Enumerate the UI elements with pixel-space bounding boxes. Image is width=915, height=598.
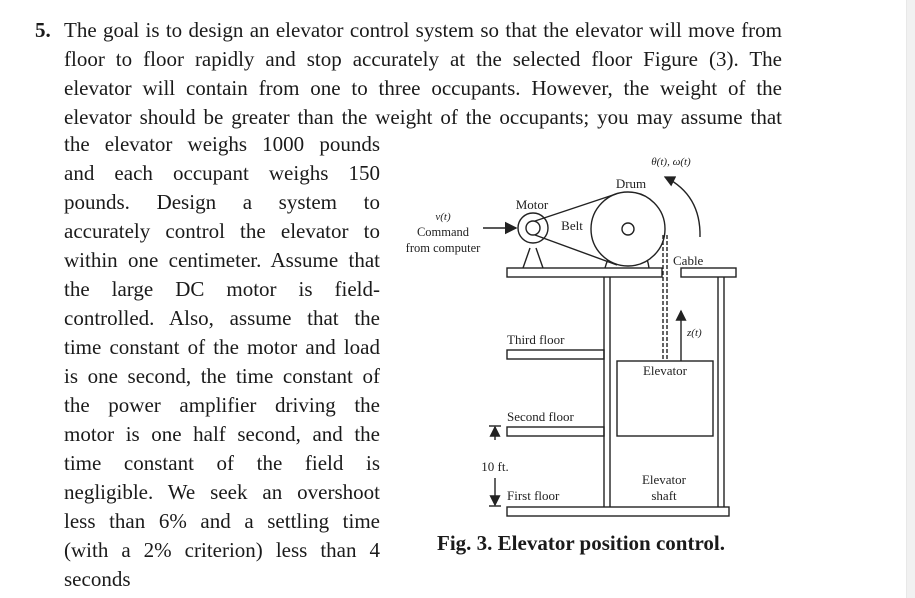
command-label: Command <box>417 225 470 239</box>
text-line: accurately control the elevator to <box>64 219 380 243</box>
text-line: time constant of the field is <box>64 451 380 475</box>
problem-text-column: the elevator weighs 1000 pounds and each… <box>64 130 380 594</box>
position-label: z(t) <box>686 327 702 339</box>
motor-label: Motor <box>516 197 549 212</box>
cable-label: Cable <box>673 253 704 268</box>
shaft-label-line1: Elevator <box>642 472 687 487</box>
text-line: elevator will contain from one to three … <box>64 76 782 100</box>
text-line: less than 6% and a settling time <box>64 509 380 533</box>
floor-spacing-label: 10 ft. <box>481 459 508 474</box>
drum-icon <box>590 191 666 267</box>
second-floor-slab <box>506 426 605 437</box>
text-line: the power amplifier driving the <box>64 393 380 417</box>
first-floor-slab <box>506 506 730 517</box>
text-line: the elevator weighs 1000 pounds <box>64 132 380 156</box>
text-line: controlled. Also, assume that the <box>64 306 380 330</box>
third-floor-label: Third floor <box>507 332 565 347</box>
elevator-diagram: θ(t), ω(t) Drum Motor Belt v(t) Command … <box>395 145 795 525</box>
text-line: negligible. We seek an overshoot <box>64 480 380 504</box>
text-line: the large DC motor is field- <box>64 277 380 301</box>
elevator-label: Elevator <box>643 363 688 378</box>
input-signal-label: v(t) <box>435 211 451 223</box>
second-floor-label: Second floor <box>507 409 574 424</box>
text-line: and each occupant weighs 150 <box>64 161 380 185</box>
drum-label: Drum <box>616 176 646 191</box>
text-line: (with a 2% criterion) less than 4 <box>64 538 380 562</box>
scrollbar-track[interactable] <box>906 0 915 598</box>
machine-platform-right <box>680 267 737 278</box>
text-line: time constant of the motor and load <box>64 335 380 359</box>
drum-angle-label: θ(t), ω(t) <box>651 156 691 168</box>
text-line: within one centimeter. Assume that <box>64 248 380 272</box>
first-floor-label: First floor <box>507 488 560 503</box>
from-computer-label: from computer <box>406 241 481 255</box>
text-line: is one second, the time constant of <box>64 364 380 388</box>
motor-stand <box>522 247 544 269</box>
text-line: motor is one half second, and the <box>64 422 380 446</box>
text-line: The goal is to design an elevator contro… <box>64 18 782 42</box>
text-line: floor to floor rapidly and stop accurate… <box>64 47 782 71</box>
elevator-diagram-svg: θ(t), ω(t) Drum Motor Belt v(t) Command … <box>406 156 737 517</box>
text-line: seconds <box>64 567 131 591</box>
machine-platform <box>506 267 663 278</box>
rotation-arrow <box>663 176 701 238</box>
text-line: pounds. Design a system to <box>64 190 380 214</box>
figure-caption: Fig. 3. Elevator position control. <box>437 531 725 555</box>
question-number: 5. <box>35 18 51 42</box>
belt-label: Belt <box>561 218 583 233</box>
problem-text-full-width: The goal is to design an elevator contro… <box>64 16 782 132</box>
shaft-label-line2: shaft <box>651 488 677 503</box>
third-floor-slab <box>506 349 605 360</box>
text-line: elevator should be greater than the weig… <box>64 105 782 129</box>
